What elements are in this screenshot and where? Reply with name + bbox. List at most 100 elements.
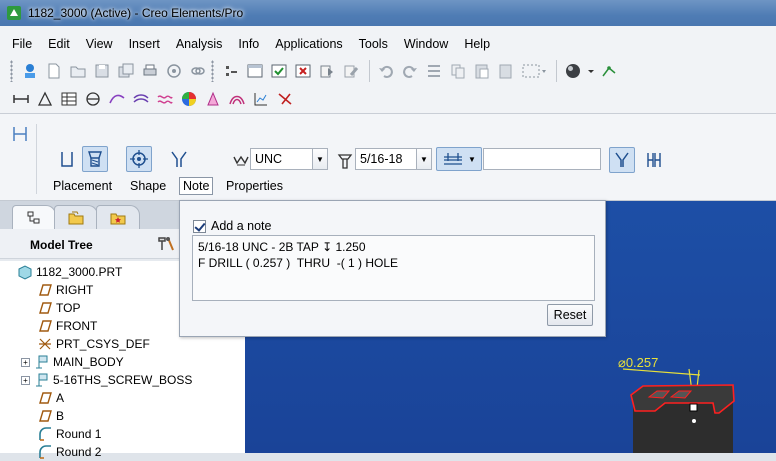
toolbar-grip[interactable] xyxy=(211,60,214,82)
print-icon[interactable] xyxy=(139,60,161,82)
reset-button[interactable]: Reset xyxy=(547,304,593,326)
add-note-checkbox-row[interactable]: Add a note xyxy=(193,219,271,233)
thread-type-icon xyxy=(233,155,249,166)
menu-info[interactable]: Info xyxy=(230,31,267,53)
select-box-icon[interactable] xyxy=(519,60,549,82)
menu-edit[interactable]: Edit xyxy=(40,31,78,53)
check-window-icon[interactable] xyxy=(268,60,290,82)
menu-window[interactable]: Window xyxy=(396,31,456,53)
tree-item[interactable]: + MAIN_BODY xyxy=(21,353,124,371)
placement-point[interactable] xyxy=(692,419,696,423)
draft-analysis-icon[interactable] xyxy=(202,88,224,110)
graph-icon[interactable] xyxy=(250,88,272,110)
thread-standard-select[interactable]: UNC ▼ xyxy=(250,148,328,170)
triangle-measure-icon[interactable] xyxy=(34,88,56,110)
flip-direction-button[interactable] xyxy=(609,147,635,173)
expand-toggle-icon[interactable]: + xyxy=(21,375,30,385)
tab-placement[interactable]: Placement xyxy=(50,178,115,194)
model-display-icon[interactable] xyxy=(316,60,338,82)
tree-item[interactable]: A xyxy=(37,389,64,407)
save-icon[interactable] xyxy=(91,60,113,82)
menu-analysis[interactable]: Analysis xyxy=(168,31,231,53)
new-file-icon[interactable] xyxy=(43,60,65,82)
tree-item[interactable]: PRT_CSYS_DEF xyxy=(37,335,150,353)
undo-icon[interactable] xyxy=(375,60,397,82)
round-icon xyxy=(37,426,56,442)
tab-properties[interactable]: Properties xyxy=(223,178,286,194)
menu-applications[interactable]: Applications xyxy=(267,31,350,53)
tab-note[interactable]: Note xyxy=(179,177,214,195)
regenerate-icon[interactable] xyxy=(220,60,242,82)
tree-item[interactable]: FRONT xyxy=(37,317,97,335)
note-line-1: 5/16-18 UNC - 2B TAP ↧ 1.250 xyxy=(198,240,366,254)
slope-icon[interactable] xyxy=(226,88,248,110)
tab-favorites[interactable] xyxy=(96,205,140,229)
tree-item[interactable]: +5-16THS_SCREW_BOSS xyxy=(21,371,192,389)
tree-item-label: TOP xyxy=(56,301,81,315)
redo-icon[interactable] xyxy=(399,60,421,82)
tree-item[interactable]: Round 1 xyxy=(37,425,101,443)
tree-item[interactable]: 1182_3000.PRT xyxy=(17,263,122,281)
paste-icon[interactable] xyxy=(471,60,493,82)
surface-analysis-icon[interactable] xyxy=(130,88,152,110)
menu-file[interactable]: File xyxy=(4,31,40,53)
note-text-area[interactable]: 5/16-18 UNC - 2B TAP ↧ 1.250 F DRILL ( 0… xyxy=(192,235,595,301)
curvature-icon[interactable] xyxy=(154,88,176,110)
close-window-icon[interactable] xyxy=(292,60,314,82)
tapered-hole-button[interactable] xyxy=(166,146,192,172)
window-title: 1182_3000 (Active) - Creo Elements/Pro xyxy=(28,6,244,20)
curve-analysis-icon[interactable] xyxy=(106,88,128,110)
expand-toggle-icon[interactable]: + xyxy=(21,357,30,367)
hole-diameter-dimension[interactable]: ⌀0.257 xyxy=(618,355,658,370)
drag-handle[interactable] xyxy=(689,403,698,412)
add-note-checkbox[interactable] xyxy=(193,219,206,233)
link-icon[interactable] xyxy=(187,60,209,82)
hide-analysis-icon[interactable] xyxy=(274,88,296,110)
menu-help[interactable]: Help xyxy=(456,31,498,53)
open-folder-icon[interactable] xyxy=(67,60,89,82)
simple-hole-button[interactable] xyxy=(54,146,80,172)
depth-option-button[interactable]: ▼ xyxy=(436,147,482,171)
menu-insert[interactable]: Insert xyxy=(121,31,168,53)
tree-item-label: 5-16THS_SCREW_BOSS xyxy=(53,373,193,387)
table-icon[interactable] xyxy=(58,88,80,110)
section-icon[interactable] xyxy=(82,88,104,110)
pencil-icon[interactable] xyxy=(340,60,362,82)
tab-shape[interactable]: Shape xyxy=(127,178,169,194)
color-map-icon[interactable] xyxy=(178,88,200,110)
tree-item[interactable]: B xyxy=(37,407,64,425)
depth-value-input[interactable] xyxy=(483,148,601,170)
tree-item[interactable]: RIGHT xyxy=(37,281,93,299)
tree-item[interactable]: Round 2 xyxy=(37,443,101,461)
dimension-icon[interactable] xyxy=(10,88,32,110)
thread-surface-button[interactable] xyxy=(641,147,667,173)
toolbar-separator xyxy=(556,60,557,82)
standard-hole-button[interactable] xyxy=(82,146,108,172)
title-bar: 1182_3000 (Active) - Creo Elements/Pro xyxy=(0,0,776,26)
save-copy-icon[interactable] xyxy=(115,60,137,82)
email-icon[interactable] xyxy=(163,60,185,82)
tree-settings-icon[interactable] xyxy=(156,235,176,253)
window-icon[interactable] xyxy=(244,60,266,82)
paste-special-icon[interactable] xyxy=(495,60,517,82)
tab-model-tree[interactable] xyxy=(12,205,56,229)
connect-icon[interactable] xyxy=(19,60,41,82)
datum-display-icon[interactable] xyxy=(598,60,620,82)
chevron-down-icon[interactable]: ▼ xyxy=(416,149,431,169)
screw-size-select[interactable]: 5/16-18 ▼ xyxy=(355,148,432,170)
sketch-hole-button[interactable] xyxy=(126,146,152,172)
copy-icon[interactable] xyxy=(447,60,469,82)
tree-item[interactable]: TOP xyxy=(37,299,80,317)
crosshair-icon xyxy=(130,150,148,168)
toolbar-separator xyxy=(369,60,370,82)
tree-item-label: PRT_CSYS_DEF xyxy=(56,337,150,351)
menu-view[interactable]: View xyxy=(78,31,121,53)
tab-folder-browser[interactable] xyxy=(54,205,98,229)
regen-manager-icon[interactable] xyxy=(423,60,445,82)
chevron-down-icon[interactable]: ▼ xyxy=(312,149,327,169)
dropdown-arrow-icon[interactable] xyxy=(586,60,596,82)
screw-size-value: 5/16-18 xyxy=(360,152,403,166)
shading-icon[interactable] xyxy=(562,60,584,82)
menu-tools[interactable]: Tools xyxy=(351,31,396,53)
toolbar-grip[interactable] xyxy=(10,60,13,82)
